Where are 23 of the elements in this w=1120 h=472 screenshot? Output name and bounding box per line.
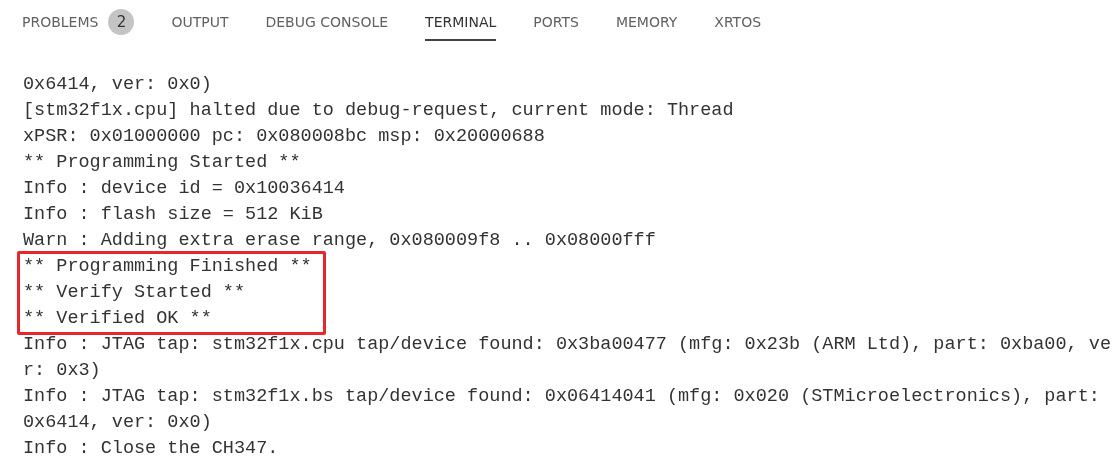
- terminal-line: Info : Close the CH347.: [23, 437, 280, 461]
- terminal-line: r: 0x3): [23, 359, 102, 383]
- terminal-line: xPSR: 0x01000000 pc: 0x080008bc msp: 0x20000688: [23, 125, 546, 149]
- panel-tab[interactable]: OUTPUT: [171, 4, 229, 41]
- panel-tab[interactable]: PORTS: [533, 4, 579, 41]
- terminal-line: ** Programming Finished **: [23, 255, 312, 279]
- terminal-line: ** Verified OK **: [23, 307, 213, 331]
- panel-tab[interactable]: TERMINAL: [425, 4, 497, 41]
- terminal-line: 0x6414, ver: 0x0): [23, 73, 213, 97]
- terminal-line: Info : device id = 0x10036414: [23, 177, 346, 201]
- terminal-line: Warn : Adding extra erase range, 0x080009f8 .. 0x08000fff: [23, 229, 657, 253]
- panel-tab[interactable]: PROBLEMS 2: [22, 4, 135, 41]
- panel-tab[interactable]: DEBUG CONSOLE: [265, 4, 389, 41]
- terminal-line: [stm32f1x.cpu] halted due to debug-request, current mode: Thread: [23, 99, 735, 123]
- terminal-line: ** Verify Started **: [23, 281, 247, 305]
- terminal-line: Info : JTAG tap: stm32f1x.cpu tap/device found: 0x3ba00477 (mfg: 0x23b (ARM Ltd), part: 0xba00, ve: [23, 333, 1112, 357]
- terminal-line: ** Programming Started **: [23, 151, 302, 175]
- count-badge: 2: [108, 8, 135, 35]
- terminal-line: 0x6414, ver: 0x0): [23, 411, 213, 435]
- panel-tab[interactable]: XRTOS: [714, 4, 762, 41]
- terminal-line: Info : JTAG tap: stm32f1x.bs tap/device found: 0x06414041 (mfg: 0x020 (STMicroelectronics), part:: [23, 385, 1101, 409]
- panel-tab[interactable]: MEMORY: [615, 4, 678, 41]
- terminal-line: Info : flash size = 512 KiB: [23, 203, 324, 227]
